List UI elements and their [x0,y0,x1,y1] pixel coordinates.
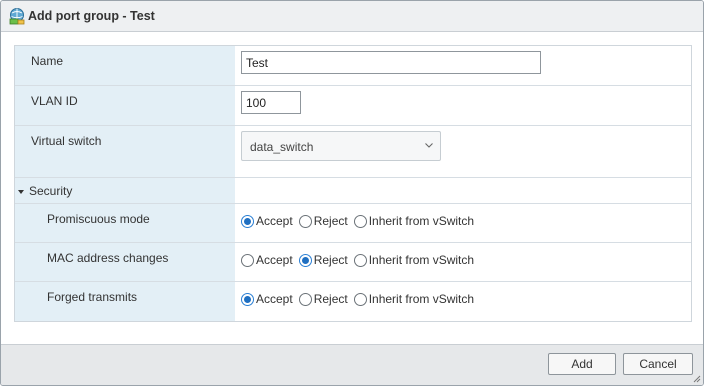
resize-grip-icon[interactable] [693,375,701,383]
security-section-header[interactable]: Security [15,178,691,204]
add-button[interactable]: Add [548,353,616,375]
forged-accept-option[interactable]: Accept [241,292,293,306]
radio-label: Inherit from vSwitch [368,214,475,228]
vlan-label: VLAN ID [31,94,78,108]
promiscuous-mode-label: Promiscuous mode [47,212,150,226]
radio-label: Accept [256,253,293,267]
forged-accept-radio[interactable] [241,292,254,306]
radio-label: Reject [313,253,348,267]
forged-transmits-row: Forged transmits Accept Reject Inherit f… [15,282,691,321]
vswitch-label: Virtual switch [31,134,102,148]
promiscuous-mode-radios: Accept Reject Inherit from vSwitch [241,214,480,228]
promiscuous-mode-row: Promiscuous mode Accept Reject Inherit f… [15,204,691,243]
port-group-icon [9,8,25,25]
forged-transmits-radios: Accept Reject Inherit from vSwitch [241,292,480,306]
forged-reject-radio[interactable] [298,292,312,306]
dialog-titlebar[interactable]: Add port group - Test [1,1,703,32]
vlan-row: VLAN ID [15,86,691,126]
mac-address-changes-label: MAC address changes [47,251,169,265]
name-label: Name [31,54,64,68]
vswitch-select-value: data_switch [250,140,314,154]
port-group-form: Name VLAN ID Virtual switch data_switch [14,45,692,322]
forged-transmits-label: Forged transmits [47,290,138,304]
promiscuous-inherit-option[interactable]: Inherit from vSwitch [353,214,475,228]
name-row: Name [15,46,691,86]
mac-address-changes-row: MAC address changes Accept Reject Inheri… [15,243,691,282]
vlan-input[interactable] [241,91,301,114]
radio-label: Reject [313,292,348,306]
forged-inherit-radio[interactable] [353,292,367,306]
cancel-button[interactable]: Cancel [623,353,693,375]
mac-reject-radio[interactable] [298,253,312,267]
promiscuous-accept-option[interactable]: Accept [241,214,293,228]
radio-label: Inherit from vSwitch [368,292,475,306]
vswitch-select[interactable]: data_switch [241,131,441,161]
collapse-caret-icon[interactable] [18,189,24,194]
add-port-group-dialog: Add port group - Test Name VLAN ID Virtu… [0,0,704,386]
promiscuous-reject-option[interactable]: Reject [298,214,348,228]
promiscuous-accept-radio[interactable] [241,214,254,228]
mac-inherit-radio[interactable] [353,253,367,267]
mac-reject-option[interactable]: Reject [298,253,348,267]
chevron-down-icon [425,143,433,148]
promiscuous-inherit-radio[interactable] [353,214,367,228]
radio-label: Reject [313,214,348,228]
dialog-title: Add port group - Test [28,9,155,23]
promiscuous-reject-radio[interactable] [298,214,312,228]
dialog-body: Name VLAN ID Virtual switch data_switch [1,32,703,344]
name-input[interactable] [241,51,541,74]
radio-label: Accept [256,214,293,228]
mac-accept-radio[interactable] [241,253,254,267]
vswitch-row: Virtual switch data_switch [15,126,691,178]
forged-inherit-option[interactable]: Inherit from vSwitch [353,292,475,306]
mac-address-changes-radios: Accept Reject Inherit from vSwitch [241,253,480,267]
mac-accept-option[interactable]: Accept [241,253,293,267]
forged-reject-option[interactable]: Reject [298,292,348,306]
radio-label: Accept [256,292,293,306]
mac-inherit-option[interactable]: Inherit from vSwitch [353,253,475,267]
dialog-footer: Add Cancel [1,344,703,385]
radio-label: Inherit from vSwitch [368,253,475,267]
security-label: Security [29,184,73,198]
